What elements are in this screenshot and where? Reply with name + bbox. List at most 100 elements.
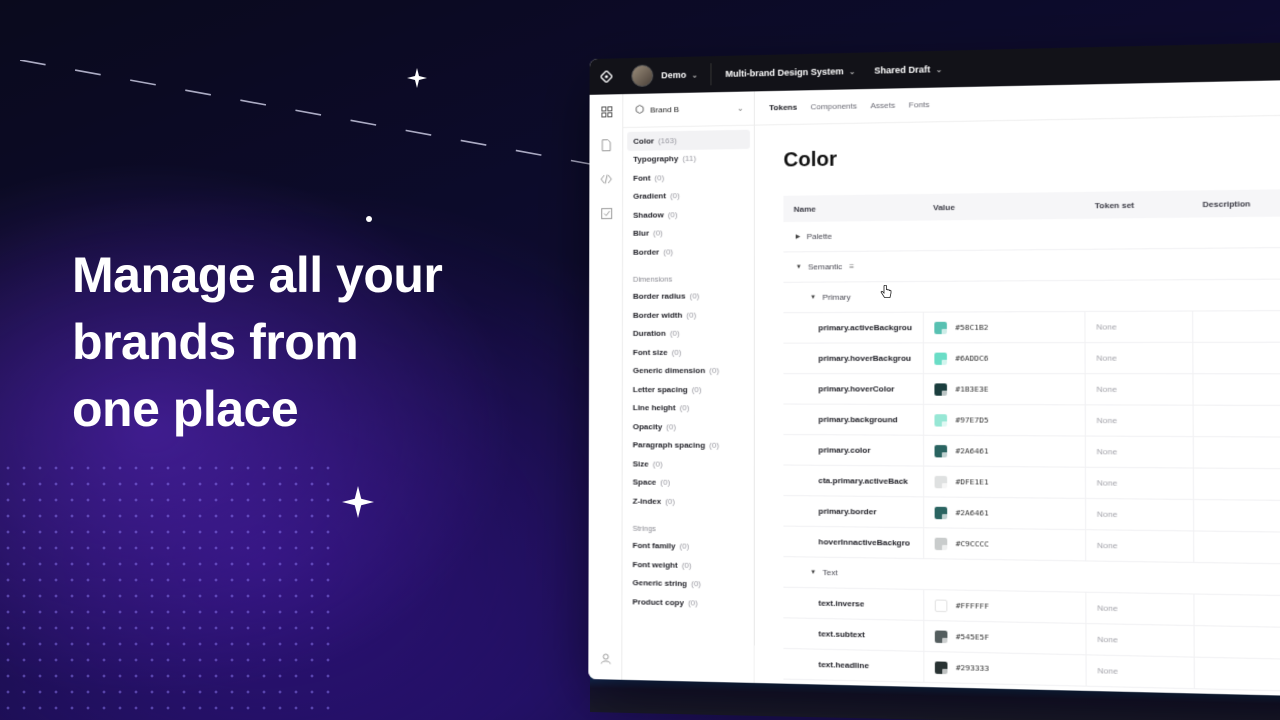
tab-tokens[interactable]: Tokens <box>769 103 797 113</box>
token-set: None <box>1085 592 1194 626</box>
nav-item-duration[interactable]: Duration (0) <box>623 324 754 343</box>
color-swatch <box>934 413 948 427</box>
caret-down-icon: ▼ <box>810 294 817 301</box>
nav-group-dimensions: Dimensions <box>632 274 673 284</box>
nav-item-blur[interactable]: Blur (0) <box>623 223 754 243</box>
nav-item-border-width[interactable]: Border width (0) <box>623 305 754 324</box>
token-hex: #58C1B2 <box>955 322 989 333</box>
token-set: None <box>1084 436 1193 468</box>
token-value[interactable]: #2A6461 <box>923 497 1086 530</box>
column-header-name[interactable]: Name <box>783 203 922 214</box>
more-options-icon[interactable]: ≡ <box>849 262 853 271</box>
chevron-down-icon: ⌄ <box>935 64 943 74</box>
table-row[interactable]: primary.hoverColor #1B3E3E None <box>783 374 1280 407</box>
token-set: None <box>1085 655 1194 689</box>
nav-item-z-index[interactable]: Z-index (0) <box>623 491 754 511</box>
token-set: None <box>1084 467 1193 499</box>
nav-item-label: Border radius <box>632 291 686 302</box>
color-swatch <box>934 352 947 365</box>
nav-item-count: (0) <box>663 247 674 257</box>
column-header-value[interactable]: Value <box>923 201 1084 212</box>
brand-selector[interactable]: Brand B ⌄ <box>623 91 754 129</box>
logo-icon[interactable] <box>590 58 624 95</box>
tab-fonts[interactable]: Fonts <box>909 100 930 110</box>
token-value[interactable]: #97E7D5 <box>922 404 1085 436</box>
nav-item-count: (0) <box>679 403 690 413</box>
token-description <box>1192 342 1280 374</box>
nav-item-label: Gradient <box>633 191 667 202</box>
token-hex: #97E7D5 <box>955 415 989 425</box>
color-swatch <box>934 444 948 457</box>
token-sidebar: Brand B ⌄ Color (163) Typography (11) Font… <box>622 91 755 683</box>
table-row[interactable]: primary.color #2A6461 None <box>783 435 1280 470</box>
token-value[interactable]: #1B3E3E <box>922 374 1085 405</box>
token-set: None <box>1085 530 1194 562</box>
nav-item-generic-dimension[interactable]: Generic dimension (0) <box>623 361 754 380</box>
avatar[interactable] <box>631 64 654 87</box>
nav-item-count: (0) <box>687 598 698 608</box>
document-icon[interactable] <box>589 128 623 162</box>
nav-item-product-copy[interactable]: Product copy (0) <box>622 592 753 613</box>
nav-item-opacity[interactable]: Opacity (0) <box>623 417 754 436</box>
color-swatch <box>934 475 948 488</box>
group-row-primary[interactable]: ▼ Primary <box>783 279 1280 314</box>
token-value[interactable]: #C9CCCC <box>923 528 1086 561</box>
nav-item-label: Font size <box>632 347 668 357</box>
nav-item-count: (0) <box>652 459 663 469</box>
token-value[interactable]: #545E5F <box>923 620 1086 655</box>
token-value[interactable]: #FFFFFF <box>923 590 1086 623</box>
nav-item-paragraph-spacing[interactable]: Paragraph spacing (0) <box>623 436 754 455</box>
user-icon[interactable] <box>588 641 622 676</box>
nav-group-strings: Strings <box>632 523 656 533</box>
tab-assets[interactable]: Assets <box>870 101 895 111</box>
table-row[interactable]: primary.background #97E7D5 None <box>783 404 1280 438</box>
checklist-icon[interactable] <box>589 196 623 230</box>
nav-item-label: Size <box>632 459 649 469</box>
table-row[interactable]: primary.activeBackgrou #58C1B2 None <box>783 310 1280 344</box>
brand-icon <box>635 104 644 116</box>
nav-item-label: Paragraph spacing <box>632 440 706 451</box>
token-description <box>1192 437 1280 469</box>
nav-item-color[interactable]: Color (163) <box>627 129 750 151</box>
column-header-description[interactable]: Description <box>1192 198 1280 209</box>
nav-item-space[interactable]: Space (0) <box>623 473 754 493</box>
design-system-switcher[interactable]: Multi-brand Design System ⌄ <box>725 66 855 79</box>
nav-item-font[interactable]: Font (0) <box>623 167 754 187</box>
column-header-token-set[interactable]: Token set <box>1084 199 1192 210</box>
nav-item-font-size[interactable]: Font size (0) <box>623 343 754 362</box>
token-description <box>1193 594 1280 628</box>
table-row[interactable]: primary.hoverBackgrou #6ADDC6 None <box>783 342 1280 375</box>
nav-item-border[interactable]: Border (0) <box>623 242 754 262</box>
token-value[interactable]: #6ADDC6 <box>922 343 1085 374</box>
nav-item-line-height[interactable]: Line height (0) <box>623 399 754 418</box>
nav-item-gradient[interactable]: Gradient (0) <box>623 186 754 206</box>
nav-item-font-family[interactable]: Font family (0) <box>623 536 754 556</box>
token-value[interactable]: #DFE1E1 <box>923 466 1085 498</box>
nav-item-border-radius[interactable]: Border radius (0) <box>623 287 754 306</box>
token-set: None <box>1084 342 1193 374</box>
nav-item-generic-string[interactable]: Generic string (0) <box>622 573 753 594</box>
nav-item-typography[interactable]: Typography (11) <box>623 148 754 169</box>
group-row-semantic[interactable]: ▼ Semantic ≡ <box>783 247 1280 283</box>
token-value[interactable]: #2A6461 <box>922 435 1085 467</box>
code-icon[interactable] <box>589 162 623 196</box>
tab-components[interactable]: Components <box>810 101 857 111</box>
nav-item-label: Generic string <box>632 578 688 589</box>
token-name: cta.primary.activeBack <box>818 475 909 486</box>
nav-item-size[interactable]: Size (0) <box>623 454 754 474</box>
token-table: Name Value Token set Description ▶ Palet… <box>783 188 1280 693</box>
token-value[interactable]: #58C1B2 <box>922 311 1085 343</box>
token-name: primary.color <box>818 445 871 455</box>
nav-item-count: (0) <box>679 541 690 551</box>
nav-item-letter-spacing[interactable]: Letter spacing (0) <box>623 380 754 399</box>
workspace-switcher[interactable]: Demo ⌄ <box>661 70 698 81</box>
nav-item-count: (0) <box>654 173 665 183</box>
token-value[interactable]: #293333 <box>923 651 1086 686</box>
nav-item-font-weight[interactable]: Font weight (0) <box>622 555 753 576</box>
token-set: None <box>1084 374 1193 405</box>
caret-right-icon: ▶ <box>795 234 801 241</box>
apps-icon[interactable] <box>590 94 624 129</box>
version-switcher[interactable]: Shared Draft ⌄ <box>874 64 943 75</box>
group-row-palette[interactable]: ▶ Palette <box>783 215 1280 253</box>
nav-item-shadow[interactable]: Shadow (0) <box>623 204 754 224</box>
